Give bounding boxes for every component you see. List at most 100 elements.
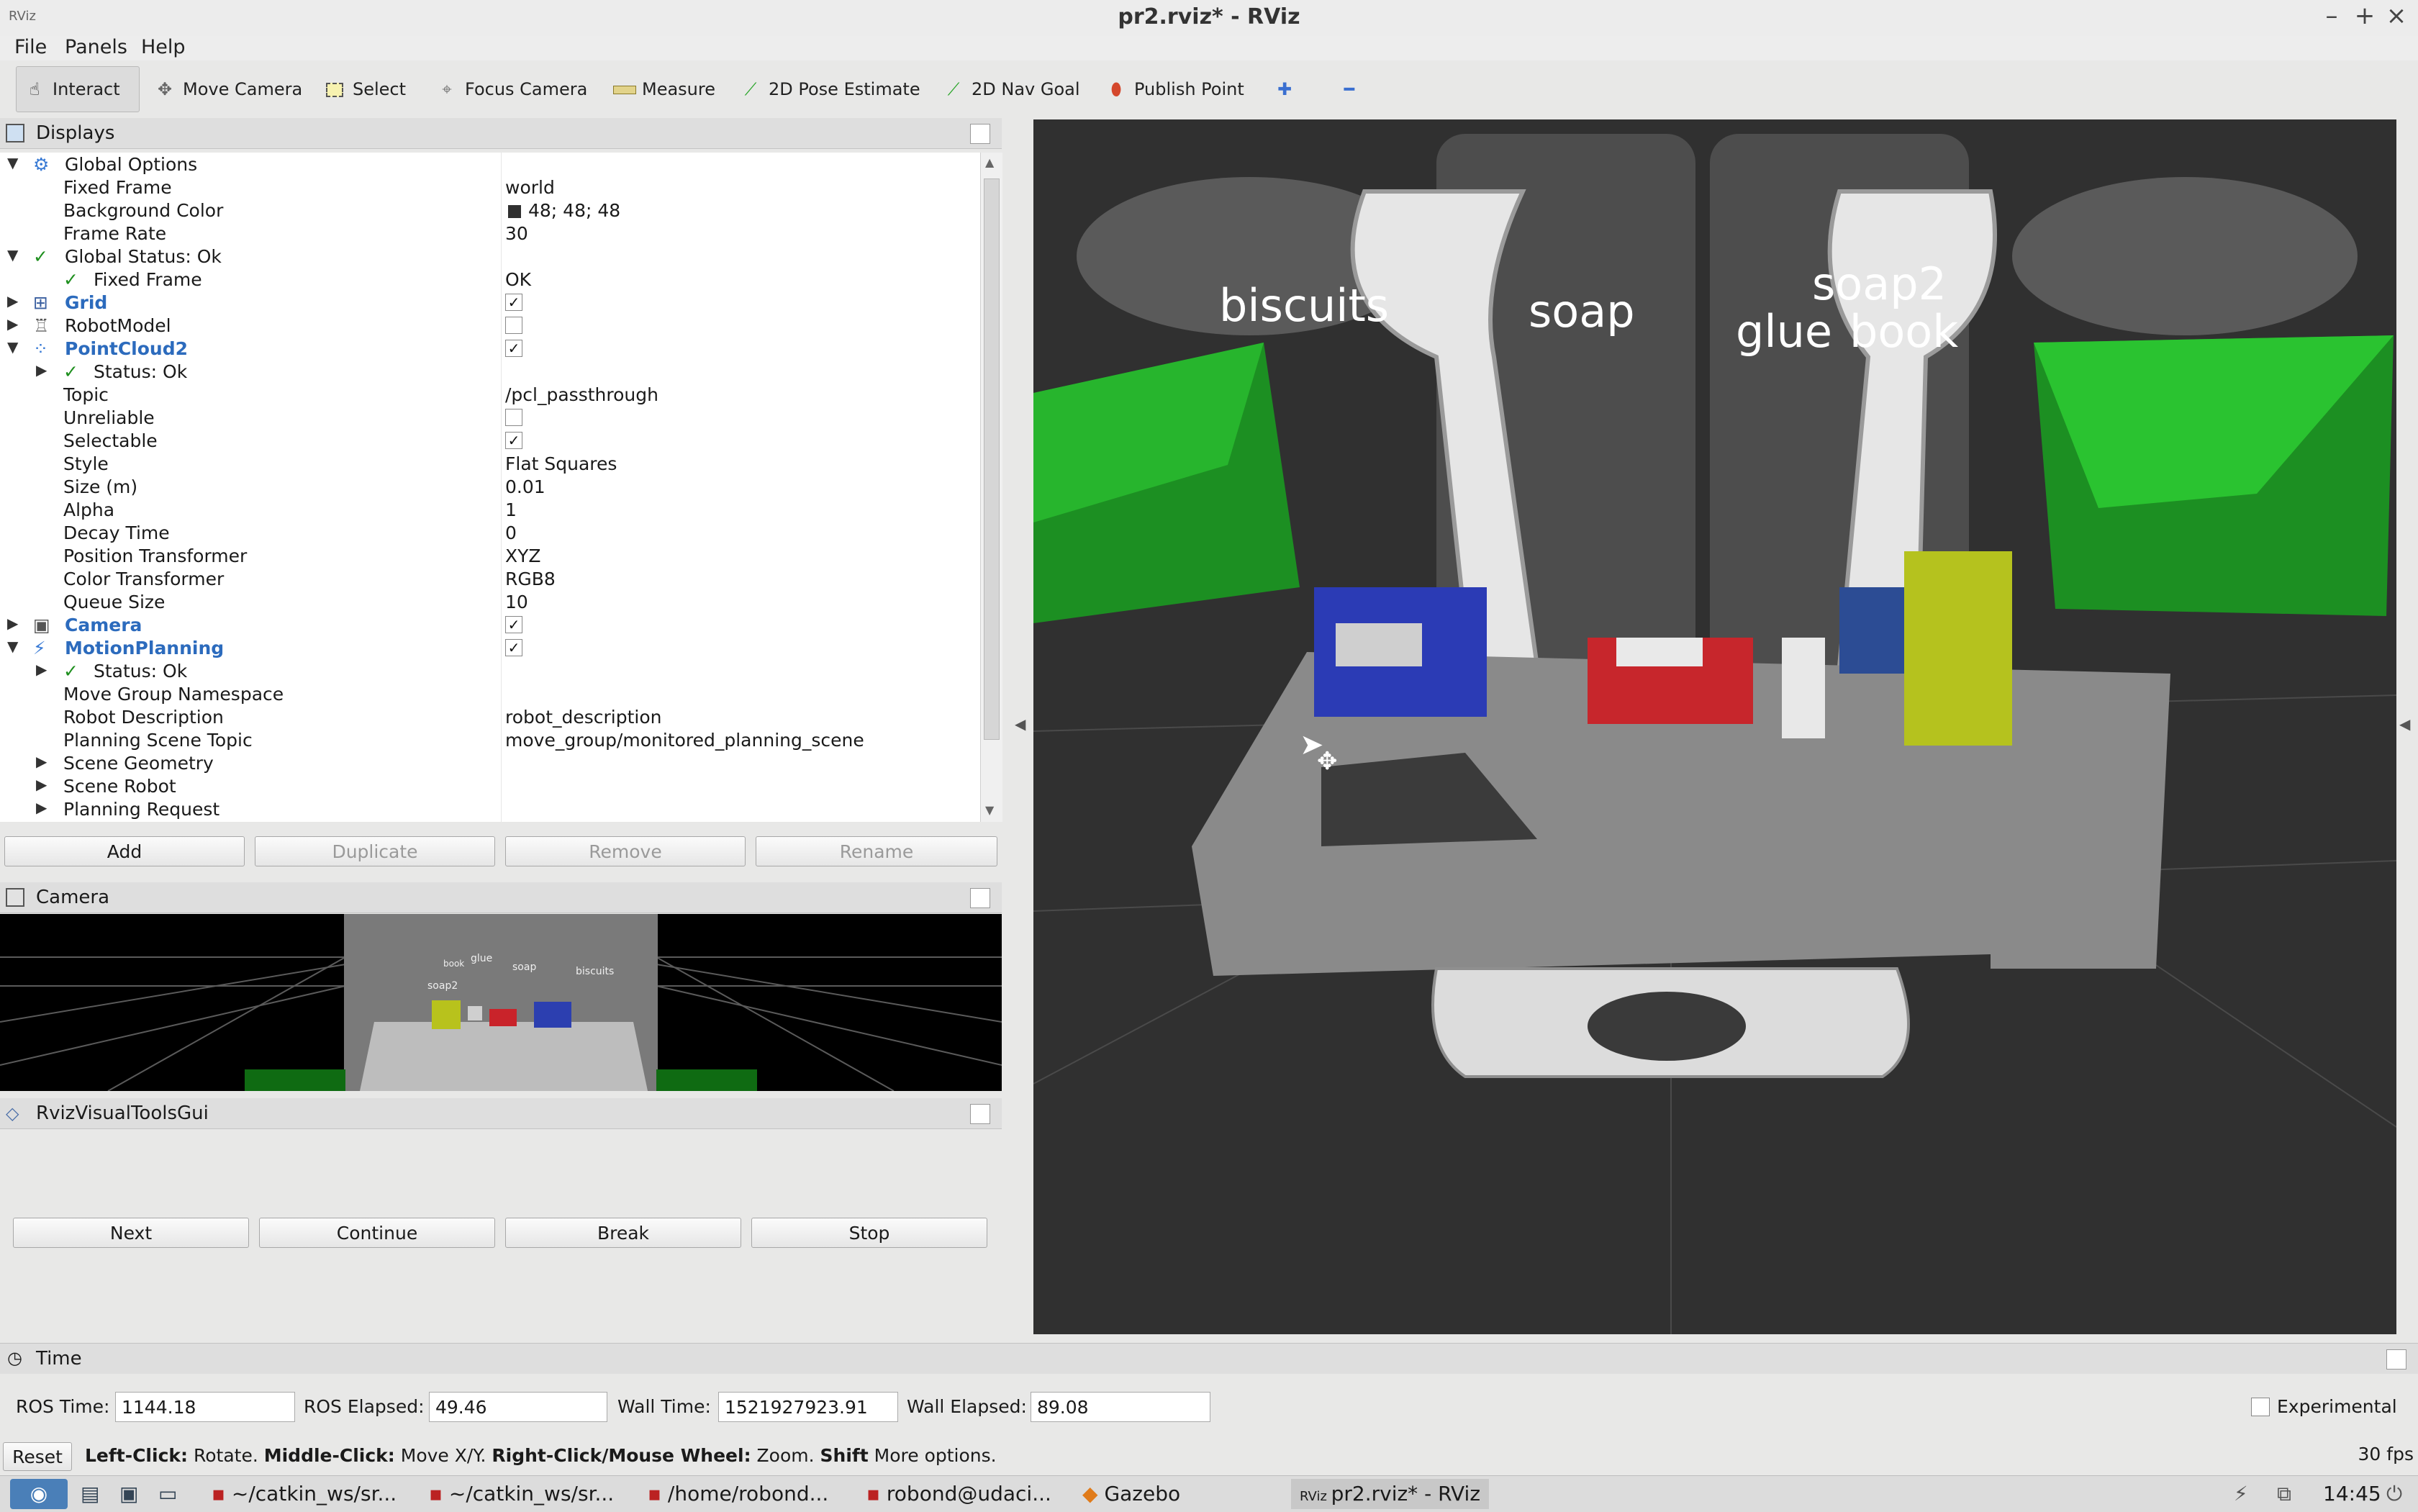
remove-display-button[interactable]: Remove [505,836,746,866]
displays-scrollbar[interactable]: ▲ ▼ [980,153,1002,822]
tree-row[interactable]: ▶ Scene Robot [0,774,980,797]
expand-arrow-icon[interactable]: ▶ [36,661,47,678]
tree-row-motionplanning[interactable]: ▼ ⚡ MotionPlanning ✓ [0,636,980,659]
maximize-icon[interactable]: + [2350,1,2379,30]
collapse-arrow-icon[interactable]: ▼ [7,246,18,263]
collapse-arrow-icon[interactable]: ▼ [7,338,18,356]
tree-row[interactable]: ▶ ✓ Status: Ok [0,659,980,682]
panel-close-checkbox[interactable] [970,888,990,908]
taskbar-item-terminal-1[interactable]: ▪ ~/catkin_ws/sr... [212,1479,397,1509]
tree-row[interactable]: Queue Size 10 [0,590,980,613]
tree-row[interactable]: Move Group Namespace [0,682,980,705]
tree-row[interactable]: Decay Time 0 [0,521,980,544]
scroll-down-icon[interactable]: ▼ [985,803,994,817]
expand-arrow-icon[interactable]: ▶ [7,315,18,332]
tree-row[interactable]: Topic /pcl_passthrough [0,383,980,406]
expand-arrow-icon[interactable]: ▶ [7,292,18,309]
add-display-button[interactable]: Add [4,836,245,866]
tree-row[interactable]: Frame Rate 30 [0,222,980,245]
tree-row[interactable]: Position Transformer XYZ [0,544,980,567]
continue-button[interactable]: Continue [259,1218,495,1248]
tree-row[interactable]: Robot Description robot_description [0,705,980,728]
tree-row[interactable]: Unreliable [0,406,980,429]
tree-row[interactable]: Selectable ✓ [0,429,980,452]
break-button[interactable]: Break [505,1218,741,1248]
menu-help[interactable]: Help [141,36,186,58]
collapse-arrow-icon[interactable]: ▼ [7,638,18,655]
scrollbar-thumb[interactable] [984,178,1000,740]
expand-arrow-icon[interactable]: ▶ [36,799,47,816]
wall-elapsed-field[interactable]: 89.08 [1031,1392,1210,1422]
tree-row[interactable]: Style Flat Squares [0,452,980,475]
motionplanning-enable-checkbox[interactable]: ✓ [505,639,522,656]
expand-arrow-icon[interactable]: ▶ [36,361,47,379]
tree-row[interactable]: Planning Scene Topic move_group/monitore… [0,728,980,751]
selectable-checkbox[interactable]: ✓ [505,432,522,449]
next-button[interactable]: Next [13,1218,249,1248]
tree-row-pointcloud2[interactable]: ▼ ⁘ PointCloud2 ✓ [0,337,980,360]
duplicate-display-button[interactable]: Duplicate [255,836,495,866]
robotmodel-enable-checkbox[interactable] [505,317,522,334]
tool-2d-pose-estimate[interactable]: ⟋ 2D Pose Estimate [733,66,928,112]
collapse-right-icon[interactable]: ◀ [2399,715,2410,733]
remove-tool-button[interactable]: ━ [1331,66,1367,112]
collapse-left-icon[interactable]: ◀ [1015,715,1025,733]
tree-row-camera[interactable]: ▶ ▣ Camera ✓ [0,613,980,636]
tree-row[interactable]: Alpha 1 [0,498,980,521]
experimental-checkbox[interactable] [2251,1398,2270,1416]
tool-focus-camera[interactable]: ⌖ Focus Camera [429,66,594,112]
scroll-up-icon[interactable]: ▲ [985,155,994,169]
camera-view[interactable]: biscuits soap glue book soap2 [0,914,1002,1091]
tree-row[interactable]: Size (m) 0.01 [0,475,980,498]
power-icon[interactable]: ⏻ [2386,1479,2402,1509]
expand-arrow-icon[interactable]: ▶ [36,753,47,770]
terminal-icon[interactable]: ▣ [119,1479,138,1509]
grid-enable-checkbox[interactable]: ✓ [505,294,522,311]
add-tool-button[interactable]: ✚ [1267,66,1303,112]
rename-display-button[interactable]: Rename [756,836,997,866]
close-icon[interactable]: × [2382,1,2411,30]
tool-move-camera[interactable]: ✥ Move Camera [147,66,309,112]
collapse-arrow-icon[interactable]: ▼ [7,154,18,171]
tool-2d-nav-goal[interactable]: ⟋ 2D Nav Goal [936,66,1087,112]
panel-close-checkbox[interactable] [2386,1349,2406,1370]
taskbar-item-terminal-2[interactable]: ▪ ~/catkin_ws/sr... [429,1479,614,1509]
camera-enable-checkbox[interactable]: ✓ [505,616,522,633]
stop-button[interactable]: Stop [751,1218,987,1248]
wall-time-field[interactable]: 1521927923.91 [718,1392,898,1422]
render-viewport[interactable]: biscuits soap soap2 glue book ➤ ✥ [1033,119,2396,1334]
tool-measure[interactable]: Measure [606,66,723,112]
tree-row[interactable]: ▶ Scene Geometry [0,751,980,774]
file-manager-icon[interactable]: ▤ [81,1479,99,1509]
panel-close-checkbox[interactable] [970,124,990,144]
tree-row[interactable]: ▼ ✓ Global Status: Ok [0,245,980,268]
menu-file[interactable]: File [14,36,47,58]
tree-row-grid[interactable]: ▶ ⊞ Grid ✓ [0,291,980,314]
menu-panels[interactable]: Panels [65,36,127,58]
tree-row[interactable]: Color Transformer RGB8 [0,567,980,590]
tree-row[interactable]: ▶ Planning Request [0,797,980,820]
tool-select[interactable]: Select [317,66,413,112]
tree-row[interactable]: Background Color 48; 48; 48 [0,199,980,222]
reset-button[interactable]: Reset [3,1442,72,1471]
taskbar-item-terminal-3[interactable]: ▪ /home/robond... [648,1479,828,1509]
expand-arrow-icon[interactable]: ▶ [36,776,47,793]
taskbar-item-gazebo[interactable]: ◆ Gazebo [1082,1479,1180,1509]
taskbar-item-rviz[interactable]: RViz pr2.rviz* - RViz [1291,1479,1490,1509]
network-icon[interactable]: ⚡ [2234,1479,2248,1509]
expand-arrow-icon[interactable]: ▶ [7,615,18,632]
taskbar-item-terminal-4[interactable]: ▪ robond@udaci... [866,1479,1051,1509]
ros-elapsed-field[interactable]: 49.46 [429,1392,607,1422]
color-swatch[interactable] [508,200,521,221]
tree-row[interactable]: Fixed Frame world [0,176,980,199]
unreliable-checkbox[interactable] [505,409,522,426]
clock[interactable]: 14:45 [2323,1479,2381,1509]
start-menu-icon[interactable]: ◉ [10,1479,68,1509]
tool-interact[interactable]: ☝ Interact [16,66,140,112]
display-icon[interactable]: ⧉ [2277,1479,2291,1509]
tree-row[interactable]: ✓ Fixed Frame OK [0,268,980,291]
pointcloud2-enable-checkbox[interactable]: ✓ [505,340,522,357]
tree-row[interactable]: ▶ ✓ Status: Ok [0,360,980,383]
desktop-icon[interactable]: ▭ [158,1479,177,1509]
minimize-icon[interactable]: – [2317,1,2346,30]
